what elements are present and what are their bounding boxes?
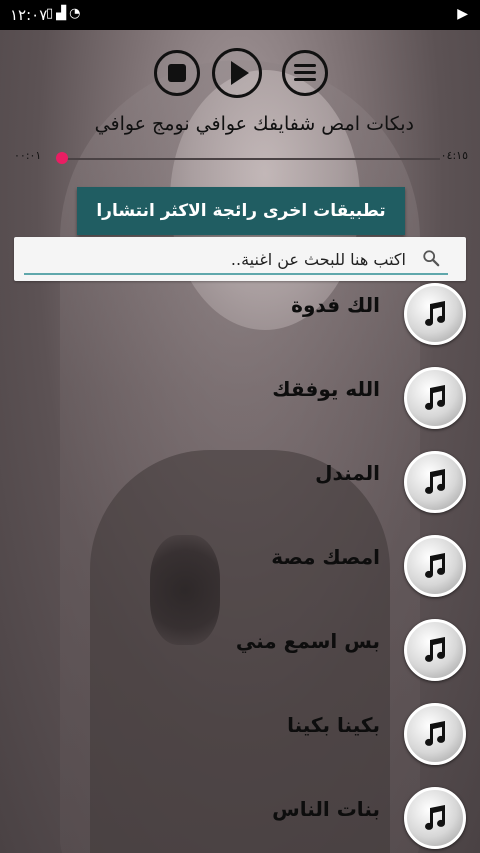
song-play-button[interactable] (404, 619, 466, 681)
signal-icon: ▟ (56, 6, 70, 21)
search-bar (14, 237, 466, 281)
song-title: المندل (315, 461, 380, 485)
song-play-button[interactable] (404, 703, 466, 765)
song-play-button[interactable] (404, 535, 466, 597)
list-item[interactable]: بس اسمع مني (0, 617, 480, 701)
player-controls (0, 48, 480, 100)
stop-button[interactable] (154, 50, 200, 96)
music-note-icon (425, 301, 446, 326)
search-input[interactable] (74, 245, 408, 273)
song-title: بنات الناس (272, 797, 380, 821)
seek-thumb[interactable] (56, 152, 68, 164)
music-note-icon (425, 637, 446, 662)
play-icon (231, 61, 249, 85)
song-play-button[interactable] (404, 283, 466, 345)
list-item[interactable]: بنات الناس (0, 785, 480, 853)
music-note-icon (425, 553, 446, 578)
search-underline (24, 273, 448, 275)
song-title: بكينا بكينا (287, 713, 380, 737)
song-title: بس اسمع مني (235, 629, 380, 653)
song-title: الله يوفقك (272, 377, 380, 401)
song-play-button[interactable] (404, 787, 466, 849)
play-button[interactable] (212, 48, 262, 98)
song-list: الك فدوة الله يوفقك المندل امصك مصة بس ا… (0, 281, 480, 853)
list-item[interactable]: المندل (0, 449, 480, 533)
status-time: ١٢:٠٧ (10, 6, 48, 24)
song-play-button[interactable] (404, 367, 466, 429)
other-apps-button[interactable]: تطبيقات اخرى رائجة الاكثر انتشارا (77, 187, 405, 235)
music-note-icon (425, 721, 446, 746)
stop-icon (168, 64, 186, 82)
sim-icon: ▯ (46, 6, 57, 21)
play-store-icon: ▶ (457, 6, 468, 22)
elapsed-time: ٠٠:٠١ (14, 149, 42, 162)
track-title: دبكات امص شفايفك عوافي نومج عوافي (94, 113, 414, 135)
song-title: امصك مصة (271, 545, 380, 569)
total-duration: ٠٤:١٥ (440, 149, 468, 162)
list-item[interactable]: امصك مصة (0, 533, 480, 617)
wifi-icon: ◔ (69, 6, 84, 21)
app-screen: دبكات امص شفايفك عوافي نومج عوافي ٠٠:٠١ … (0, 30, 480, 853)
song-play-button[interactable] (404, 451, 466, 513)
status-icons: ▯▟◔ (46, 6, 84, 21)
music-note-icon (425, 469, 446, 494)
song-title: الك فدوة (291, 293, 380, 317)
search-icon (423, 250, 440, 267)
status-bar: ١٢:٠٧ ▯▟◔ ▶ (0, 0, 480, 30)
seek-track[interactable] (62, 158, 440, 160)
list-item[interactable]: الله يوفقك (0, 365, 480, 449)
menu-button[interactable] (282, 50, 328, 96)
music-note-icon (425, 385, 446, 410)
list-item[interactable]: بكينا بكينا (0, 701, 480, 785)
music-note-icon (425, 805, 446, 830)
list-item[interactable]: الك فدوة (0, 281, 480, 365)
seek-bar[interactable]: ٠٠:٠١ ٠٤:١٥ (0, 147, 480, 167)
